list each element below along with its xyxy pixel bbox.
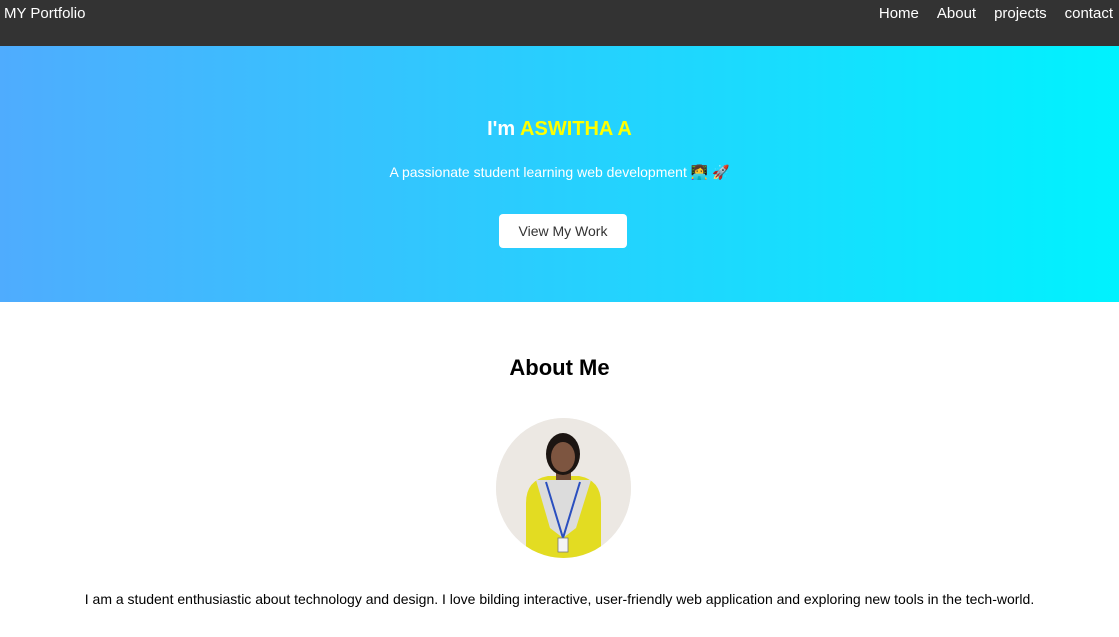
view-my-work-button[interactable]: View My Work bbox=[499, 214, 627, 248]
about-title: About Me bbox=[509, 355, 610, 380]
hero-title: I'm ASWITHA A bbox=[0, 118, 1119, 141]
hero-subtitle: A passionate student learning web develo… bbox=[389, 164, 730, 180]
about-description: I am a student enthusiastic about techno… bbox=[84, 591, 1035, 607]
profile-photo bbox=[496, 418, 631, 558]
brand-logo[interactable]: MY Portfolio bbox=[4, 6, 85, 22]
hero-name: ASWITHA A bbox=[520, 118, 632, 140]
nav-link-contact[interactable]: contact bbox=[1065, 6, 1113, 22]
hero-section: I'm ASWITHA A A passionate student learn… bbox=[0, 46, 1119, 302]
avatar bbox=[496, 418, 631, 558]
hero-greeting: I'm bbox=[487, 118, 521, 140]
navbar: MY Portfolio Home About projects contact bbox=[0, 0, 1119, 46]
nav-link-about[interactable]: About bbox=[937, 6, 976, 22]
nav-links: Home About projects contact bbox=[879, 6, 1113, 22]
nav-link-home[interactable]: Home bbox=[879, 6, 919, 22]
nav-link-projects[interactable]: projects bbox=[994, 6, 1047, 22]
